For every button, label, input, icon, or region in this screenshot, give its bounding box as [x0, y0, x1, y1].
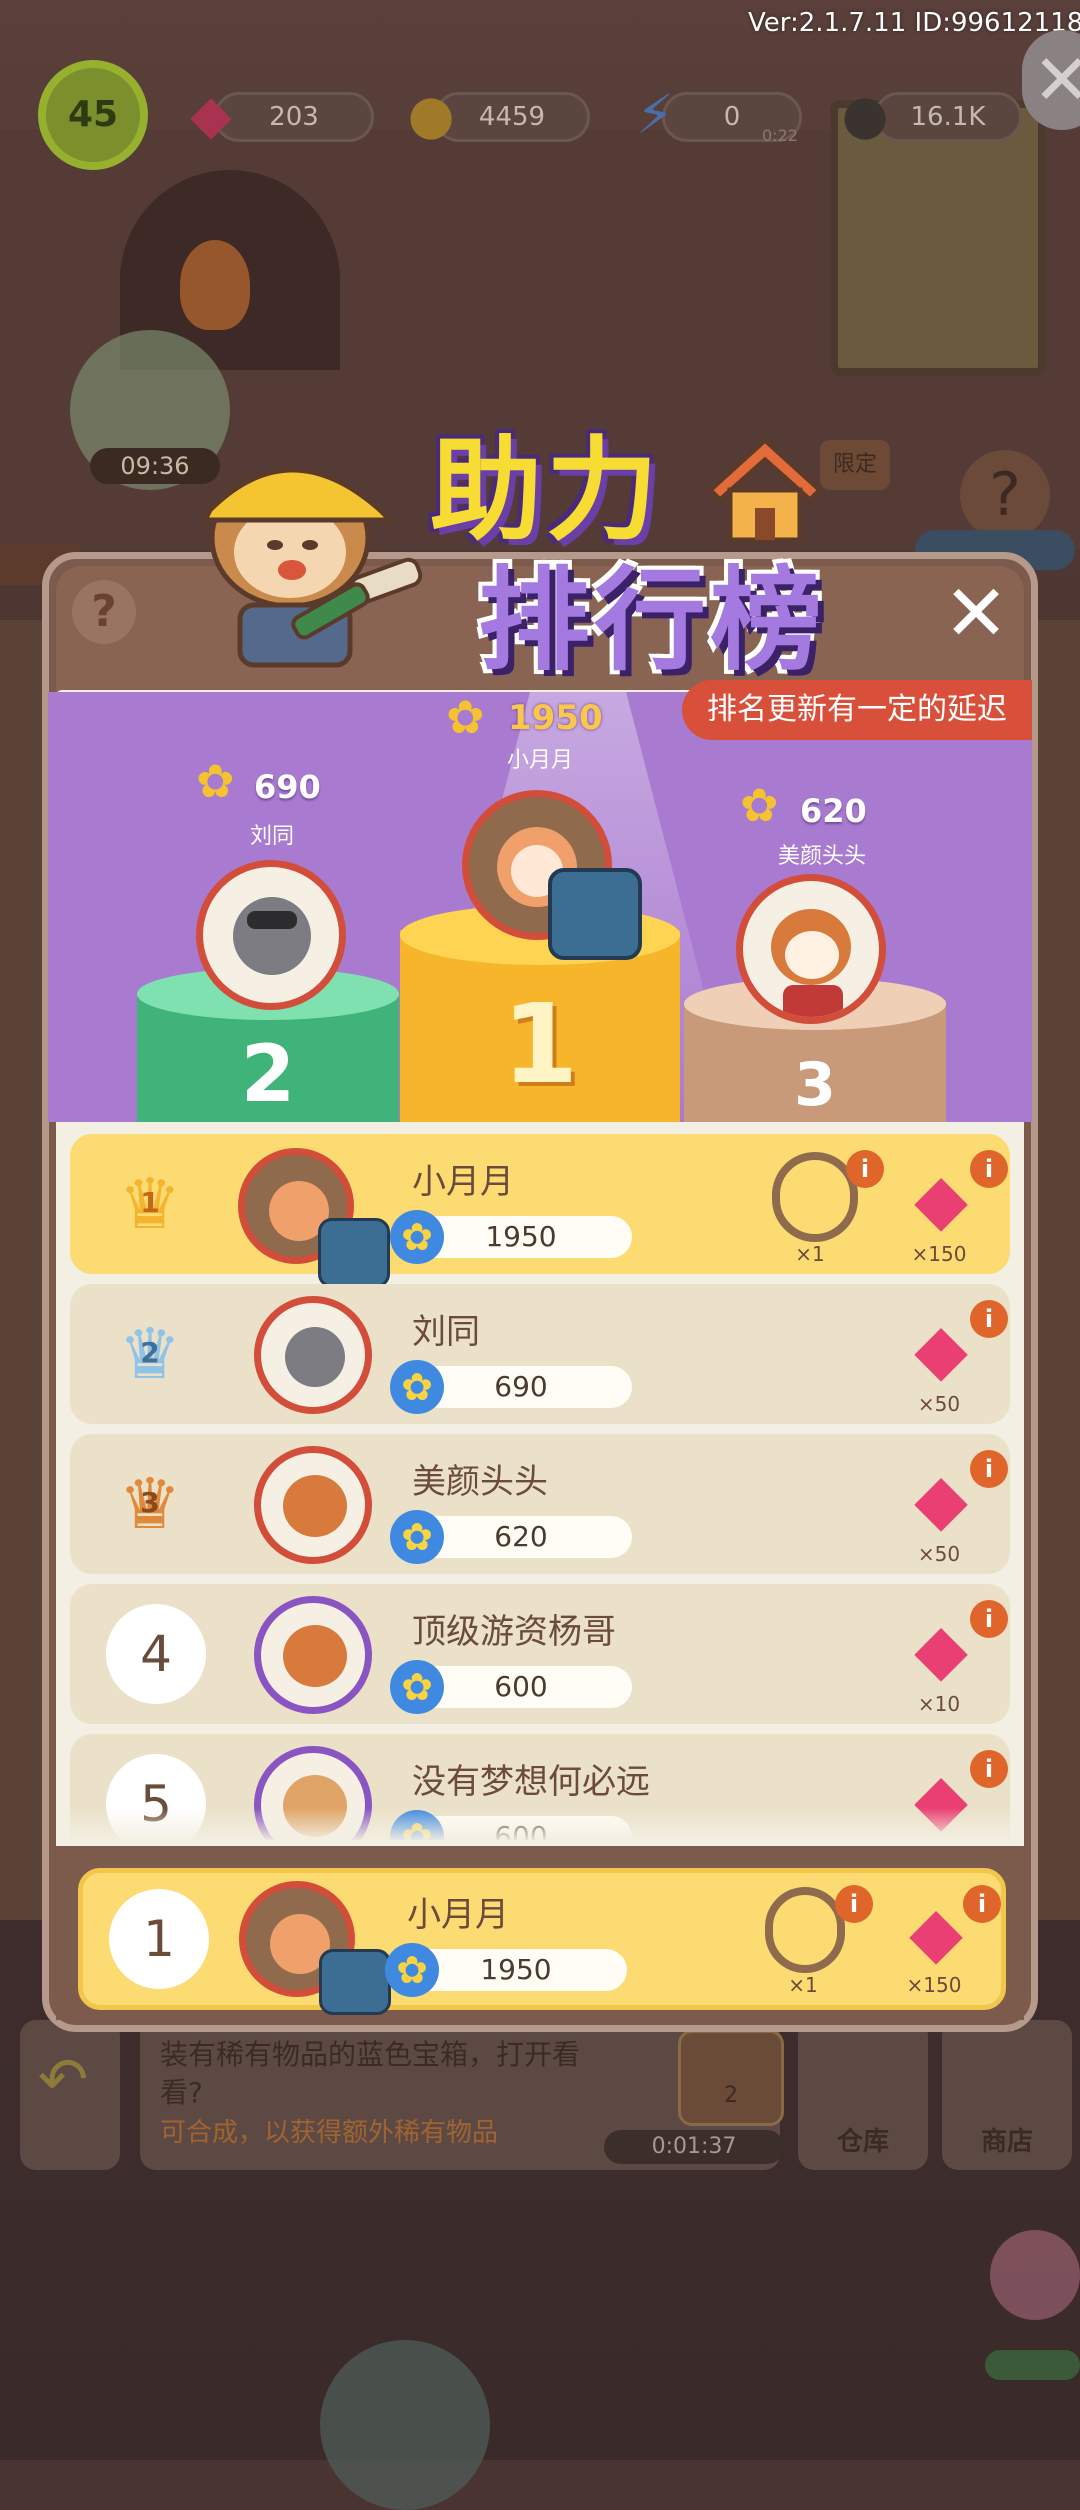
- energy-timer: 0:22: [762, 126, 798, 145]
- reward-gem-count: ×150: [911, 1242, 967, 1266]
- limited-badge: 限定: [820, 440, 890, 490]
- mystery-icon[interactable]: ?: [960, 450, 1050, 540]
- monkey-reward-icon[interactable]: [765, 1887, 845, 1973]
- player-avatar[interactable]: [254, 1596, 372, 1714]
- player-name: 刘同: [412, 1312, 480, 1352]
- podium-second-score: 690: [254, 768, 321, 806]
- player-name: 顶级游资杨哥: [412, 1612, 616, 1652]
- close-icon[interactable]: ✕: [1022, 30, 1080, 130]
- player-level[interactable]: 45: [38, 60, 148, 170]
- my-rank-row[interactable]: 1 小月月 1950 ✿ i ×1 ◆ i ×150: [78, 1868, 1006, 2015]
- info-icon[interactable]: i: [835, 1885, 873, 1923]
- podium-first-name: 小月月: [506, 748, 573, 773]
- gem-icon: ◆: [190, 83, 232, 146]
- task-text: 装有稀有物品的蓝色宝箱，打开看看?: [160, 2038, 581, 2109]
- info-icon[interactable]: i: [963, 1885, 1001, 1923]
- podium-third-name: 美颜头头: [777, 844, 866, 869]
- info-icon[interactable]: i: [970, 1450, 1008, 1488]
- gem-slot-count: 2: [724, 2083, 738, 2108]
- lightning-icon: ⚡: [636, 83, 674, 146]
- reward-item-count: ×1: [795, 1242, 825, 1266]
- list-fade: [60, 1808, 1020, 1842]
- my-reward-item-count: ×1: [788, 1973, 818, 1997]
- podium-third-number: 3: [794, 1050, 836, 1120]
- podium-second-number: 2: [240, 1030, 296, 1120]
- flower-icon: ✿: [390, 1360, 444, 1414]
- monkey-mascot-icon: [200, 467, 423, 668]
- my-reward-gem-count: ×150: [906, 1973, 962, 1997]
- title-line-2: 排行榜: [478, 556, 826, 686]
- back-arrow-icon: ↶: [38, 2045, 89, 2115]
- reward-gem-count: ×50: [917, 1542, 961, 1566]
- rank-number: 3: [140, 1486, 160, 1519]
- info-icon[interactable]: i: [970, 1750, 1008, 1788]
- bag-icon: [548, 868, 642, 960]
- podium-first-number: 1: [501, 980, 579, 1108]
- version-id-label: Ver:2.1.7.11 ID:99612118: [748, 8, 1080, 38]
- info-icon[interactable]: i: [970, 1600, 1008, 1638]
- monkey-reward-icon[interactable]: [772, 1152, 858, 1242]
- sunflower-seed-icon: ●: [841, 83, 889, 146]
- help-icon[interactable]: ?: [72, 580, 136, 644]
- flower-icon: ✿: [196, 754, 235, 808]
- bottom-orb[interactable]: [320, 2340, 490, 2510]
- piggy-progress: [985, 2350, 1080, 2380]
- podium-second-name: 刘同: [249, 824, 294, 849]
- bag-icon: [319, 1949, 391, 2015]
- task-timer: 0:01:37: [604, 2130, 784, 2164]
- flower-icon: ✿: [390, 1660, 444, 1714]
- player-name: 没有梦想何必远: [412, 1762, 650, 1802]
- player-avatar[interactable]: [254, 1296, 372, 1414]
- bag-icon: [318, 1218, 390, 1288]
- delay-notice: 排名更新有一定的延迟: [682, 680, 1032, 740]
- podium-first-score: 1950: [508, 698, 603, 738]
- piggy-bank-icon[interactable]: [990, 2230, 1080, 2320]
- ranking-row[interactable]: ♛ 2 刘同 690 ✿ ◆ i ×50: [70, 1284, 1010, 1424]
- reward-gem-count: ×50: [917, 1392, 961, 1416]
- player-name: 小月月: [412, 1162, 514, 1202]
- flower-icon: ✿: [390, 1210, 444, 1264]
- gem-slot[interactable]: 2: [678, 2030, 784, 2126]
- ranking-list[interactable]: ♛ 1 小月月 1950 ✿ i ×1 ◆ i ×150 ♛ 2 刘同 690 …: [60, 1120, 1020, 1840]
- podium-third-score: 620: [800, 792, 867, 830]
- flower-icon: ✿: [390, 1510, 444, 1564]
- rank-number: 4: [106, 1604, 206, 1704]
- podium-second-avatar[interactable]: [196, 860, 346, 1010]
- flower-icon: ✿: [446, 690, 485, 744]
- podium-third-avatar[interactable]: [736, 874, 886, 1024]
- task-hint: 可合成，以获得额外稀有物品: [160, 2118, 499, 2148]
- shop-button[interactable]: 商店: [942, 2020, 1072, 2170]
- player-name: 美颜头头: [412, 1462, 548, 1502]
- reward-gem-count: ×10: [917, 1692, 961, 1716]
- my-rank-number: 1: [109, 1889, 209, 1989]
- flower-icon: ✿: [385, 1943, 439, 1997]
- warehouse-button[interactable]: 仓库: [798, 2020, 928, 2170]
- house-icon: [706, 436, 824, 543]
- flower-icon: ✿: [740, 778, 779, 832]
- coin-icon: ●: [407, 83, 455, 146]
- info-icon[interactable]: i: [846, 1150, 884, 1188]
- ranking-row[interactable]: 4 顶级游资杨哥 600 ✿ ◆ i ×10: [70, 1584, 1010, 1724]
- ranking-row[interactable]: ♛ 1 小月月 1950 ✿ i ×1 ◆ i ×150: [70, 1134, 1010, 1288]
- warehouse-label: 仓库: [836, 2127, 889, 2157]
- close-button[interactable]: ✕: [938, 575, 1014, 653]
- shop-label: 商店: [980, 2127, 1033, 2157]
- rank-number: 1: [140, 1186, 160, 1219]
- fire-icon: [180, 240, 250, 330]
- ranking-row[interactable]: ♛ 3 美颜头头 620 ✿ ◆ i ×50: [70, 1434, 1010, 1574]
- player-avatar[interactable]: [254, 1446, 372, 1564]
- my-name: 小月月: [407, 1895, 509, 1935]
- info-icon[interactable]: i: [970, 1300, 1008, 1338]
- info-icon[interactable]: i: [970, 1150, 1008, 1188]
- rank-number: 2: [140, 1336, 160, 1369]
